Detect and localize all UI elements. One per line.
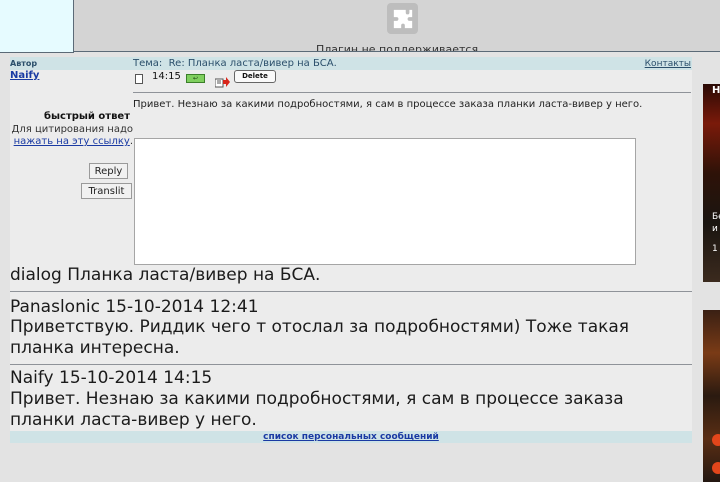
dialog-post-text: Привет. Незнаю за какими подробностями, … (10, 389, 624, 430)
message-time: 14:15 (152, 71, 181, 82)
forward-icon[interactable] (214, 73, 230, 88)
quote-hint-text: Для цитирования надо (11, 124, 133, 135)
ad1-text-3: и (712, 224, 718, 234)
topic-title: Re: Планка ласта/вивер на БСА. (168, 58, 337, 69)
ad1-text-4: 1 (712, 244, 718, 254)
reply-arrow-icon[interactable]: ↩ (186, 74, 205, 83)
divider (10, 364, 692, 365)
message-toolbar: 14:15 ↩ Delete (133, 70, 692, 88)
quick-reply-title: быстрый ответ (43, 111, 130, 122)
message-panel: Автор Тема: Re: Планка ласта/вивер на БС… (10, 57, 692, 443)
document-icon[interactable] (135, 74, 143, 84)
personal-messages-link[interactable]: список персональных сообщений (10, 431, 692, 443)
author-link[interactable]: Naify (10, 70, 39, 81)
contacts-link[interactable]: Контакты (645, 59, 691, 69)
quote-hint: Для цитирования надо нажать на эту ссылк… (10, 124, 133, 148)
divider (133, 92, 691, 93)
ad1-text-1: Н (712, 85, 720, 96)
quote-link[interactable]: нажать на эту ссылку (14, 136, 130, 147)
dialog-post-header: Panaslonic 15-10-2014 12:41 (10, 297, 259, 317)
ad2-button-icon (712, 462, 720, 474)
ad1-text-2: Бе (712, 212, 720, 222)
top-left-frame (0, 0, 74, 53)
footer-bar: список персональных сообщений (10, 431, 692, 443)
puzzle-plugin-icon (387, 3, 418, 34)
ad2-button-icon (712, 434, 720, 446)
side-ad-banner-1[interactable]: Н Бе и 1 (703, 84, 720, 282)
topic-line: Тема: Re: Планка ласта/вивер на БСА. (133, 58, 337, 69)
message-body: Привет. Незнаю за какими подробностями, … (133, 99, 643, 110)
translit-button[interactable]: Translit (81, 183, 132, 199)
plugin-placeholder: Плагин не поддерживается (74, 0, 720, 52)
reply-button[interactable]: Reply (89, 163, 128, 179)
plugin-unsupported-text: Плагин не поддерживается (315, 43, 479, 52)
side-ad-banner-2[interactable] (703, 310, 720, 482)
dialog-post-header: Naify 15-10-2014 14:15 (10, 368, 213, 388)
dialog-title: dialog Планка ласта/вивер на БСА. (10, 265, 321, 285)
topic-prefix: Тема: (133, 58, 163, 69)
author-column-label: Автор (10, 59, 38, 68)
message-header-bar: Автор Тема: Re: Планка ласта/вивер на БС… (10, 57, 692, 70)
delete-button[interactable]: Delete (234, 70, 276, 83)
divider (10, 291, 692, 292)
reply-textarea[interactable] (134, 138, 636, 265)
quote-hint-end: . (129, 136, 133, 147)
dialog-post-text: Приветствую. Риддик чего т отослал за по… (10, 317, 630, 358)
